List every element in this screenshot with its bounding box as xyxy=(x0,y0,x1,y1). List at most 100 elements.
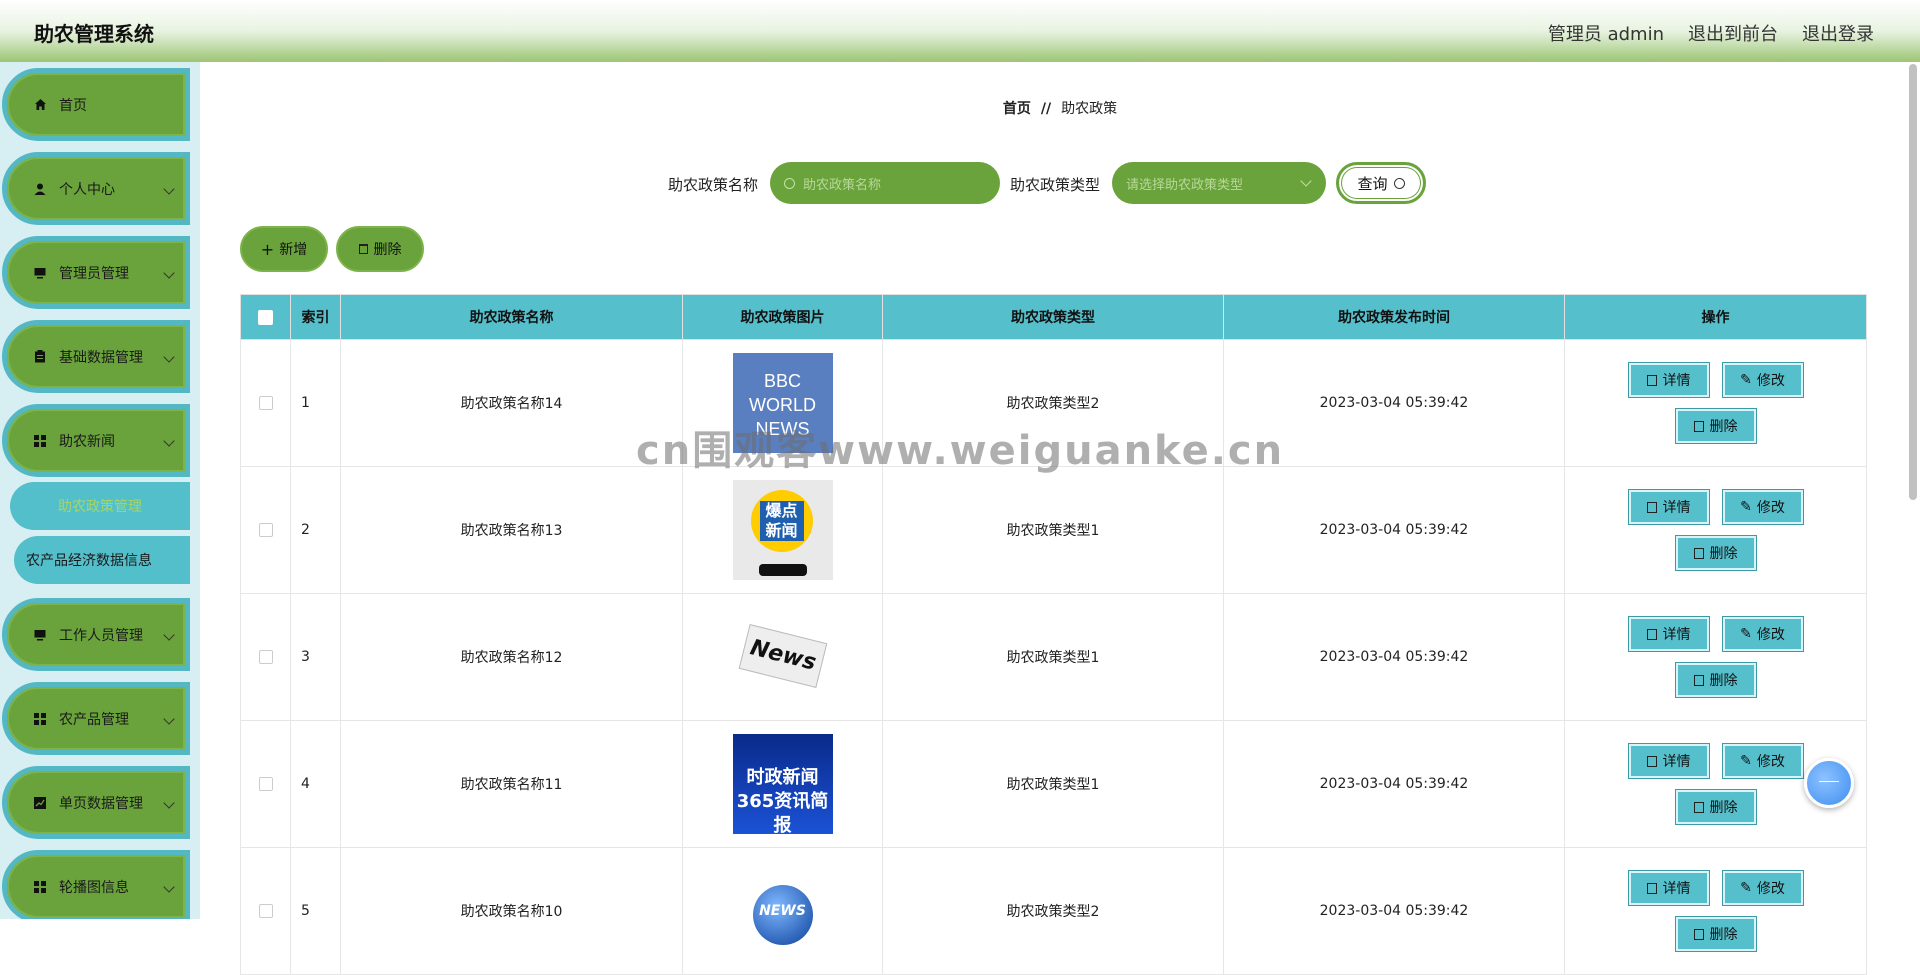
pencil-icon: ✎ xyxy=(1740,499,1752,515)
trash-icon xyxy=(1693,547,1704,559)
row-name: 助农政策名称13 xyxy=(340,466,683,594)
detail-button[interactable]: 详情 xyxy=(1627,362,1710,398)
sidebar-item-single-page[interactable]: 单页数据管理 xyxy=(2,766,190,839)
batch-delete-button[interactable]: 删除 xyxy=(336,226,424,272)
sidebar-item-basic-data[interactable]: 基础数据管理 xyxy=(2,320,190,393)
search-bar: 助农政策名称 助农政策名称 助农政策类型 请选择助农政策类型 查询 xyxy=(0,162,1920,204)
row-actions: 详情 ✎ 修改 删除 xyxy=(1564,339,1867,467)
logout-link[interactable]: 退出登录 xyxy=(1802,20,1874,46)
delete-button[interactable]: 删除 xyxy=(1674,916,1757,952)
row-actions: 详情 ✎ 修改 删除 xyxy=(1564,847,1867,975)
detail-button[interactable]: 详情 xyxy=(1627,743,1710,779)
chevron-down-icon xyxy=(1300,175,1312,187)
detail-button[interactable]: 详情 xyxy=(1627,870,1710,906)
policy-image[interactable]: 爆点新闻 xyxy=(732,480,833,580)
header-index: 索引 xyxy=(290,294,341,340)
pencil-icon: ✎ xyxy=(1740,372,1752,388)
search-icon xyxy=(1393,177,1405,189)
edit-button[interactable]: ✎ 修改 xyxy=(1721,489,1804,525)
delete-button[interactable]: 删除 xyxy=(1674,789,1757,825)
edit-button[interactable]: ✎ 修改 xyxy=(1721,743,1804,779)
home-icon xyxy=(33,98,47,112)
chevron-down-icon xyxy=(163,713,175,725)
row-actions: 详情 ✎ 修改 删除 xyxy=(1564,593,1867,721)
chevron-down-icon xyxy=(163,629,175,641)
header-time: 助农政策发布时间 xyxy=(1223,294,1565,340)
vertical-scrollbar[interactable] xyxy=(1909,64,1917,500)
sidebar-item-news[interactable]: 助农新闻 xyxy=(2,404,190,477)
sidebar-item-admin[interactable]: 管理员管理 xyxy=(2,236,190,309)
row-checkbox[interactable] xyxy=(258,777,273,791)
header-actions: 操作 xyxy=(1564,294,1867,340)
policy-type-label: 助农政策类型 xyxy=(1010,176,1101,194)
delete-button[interactable]: 删除 xyxy=(1674,662,1757,698)
breadcrumb-current: 助农政策 xyxy=(1061,101,1118,117)
sidebar-item-home[interactable]: 首页 xyxy=(2,68,190,141)
row-type: 助农政策类型2 xyxy=(882,847,1224,975)
delete-button[interactable]: 删除 xyxy=(1674,535,1757,571)
row-index: 3 xyxy=(290,593,341,721)
breadcrumb-separator: // xyxy=(1040,101,1052,117)
row-image-cell: 时政新闻 365资讯简报 xyxy=(682,720,883,848)
sidebar-subitem-policy[interactable]: 助农政策管理 xyxy=(10,482,190,530)
row-type: 助农政策类型1 xyxy=(882,466,1224,594)
sidebar-subitem-economic-data[interactable]: 农产品经济数据信息 xyxy=(14,536,190,584)
trash-icon xyxy=(1693,674,1704,686)
row-checkbox[interactable] xyxy=(258,650,273,664)
row-index: 4 xyxy=(290,720,341,848)
pencil-icon: ✎ xyxy=(1740,753,1752,769)
breadcrumb-home[interactable]: 首页 xyxy=(1003,101,1031,117)
exit-to-front-link[interactable]: 退出到前台 xyxy=(1688,20,1778,46)
pencil-icon: ✎ xyxy=(1740,880,1752,896)
policy-type-select[interactable]: 请选择助农政策类型 xyxy=(1112,162,1326,204)
policy-image[interactable]: NEWS xyxy=(732,861,833,961)
chevron-down-icon xyxy=(163,351,175,363)
header-name: 助农政策名称 xyxy=(340,294,683,340)
chart-icon xyxy=(33,796,47,810)
row-image-cell: News xyxy=(682,593,883,721)
delete-button[interactable]: 删除 xyxy=(1674,408,1757,444)
row-checkbox[interactable] xyxy=(258,904,273,918)
trash-icon xyxy=(358,244,368,254)
edit-button[interactable]: ✎ 修改 xyxy=(1721,362,1804,398)
table-row: 4 助农政策名称11 时政新闻 365资讯简报 助农政策类型1 2023-03-… xyxy=(240,720,1867,848)
header-type: 助农政策类型 xyxy=(882,294,1224,340)
row-name: 助农政策名称12 xyxy=(340,593,683,721)
query-button[interactable]: 查询 xyxy=(1336,162,1426,204)
pencil-icon: ✎ xyxy=(1740,626,1752,642)
edit-button[interactable]: ✎ 修改 xyxy=(1721,616,1804,652)
trash-icon xyxy=(1693,928,1704,940)
edit-button[interactable]: ✎ 修改 xyxy=(1721,870,1804,906)
row-index: 1 xyxy=(290,339,341,467)
sidebar-item-carousel[interactable]: 轮播图信息 xyxy=(2,850,190,919)
grid-icon xyxy=(33,880,47,894)
document-icon xyxy=(1646,501,1657,513)
trash-icon xyxy=(1693,801,1704,813)
admin-user-link[interactable]: 管理员 admin xyxy=(1548,20,1664,46)
floating-action-button[interactable] xyxy=(1804,758,1854,808)
document-icon xyxy=(1646,374,1657,386)
row-checkbox[interactable] xyxy=(258,523,273,537)
sidebar-item-staff[interactable]: 工作人员管理 xyxy=(2,598,190,671)
add-button[interactable]: + 新增 xyxy=(240,226,328,272)
row-checkbox[interactable] xyxy=(258,396,273,410)
detail-button[interactable]: 详情 xyxy=(1627,489,1710,525)
policy-name-label: 助农政策名称 xyxy=(668,176,759,194)
policy-image[interactable]: News xyxy=(732,607,833,707)
plus-icon: + xyxy=(260,239,275,259)
policy-name-input[interactable]: 助农政策名称 xyxy=(770,162,1000,204)
row-index: 5 xyxy=(290,847,341,975)
chevron-down-icon xyxy=(163,881,175,893)
document-icon xyxy=(1646,628,1657,640)
row-time: 2023-03-04 05:39:42 xyxy=(1223,847,1565,975)
policy-image[interactable]: 时政新闻 365资讯简报 xyxy=(732,734,833,834)
row-type: 助农政策类型1 xyxy=(882,593,1224,721)
select-all-checkbox[interactable] xyxy=(258,309,273,325)
row-actions: 详情 ✎ 修改 删除 xyxy=(1564,466,1867,594)
sidebar-item-products[interactable]: 农产品管理 xyxy=(2,682,190,755)
search-icon xyxy=(784,177,795,189)
monitor-icon xyxy=(33,628,47,642)
monitor-icon xyxy=(33,266,47,280)
detail-button[interactable]: 详情 xyxy=(1627,616,1710,652)
table-header-row: 索引 助农政策名称 助农政策图片 助农政策类型 助农政策发布时间 操作 xyxy=(240,294,1867,340)
